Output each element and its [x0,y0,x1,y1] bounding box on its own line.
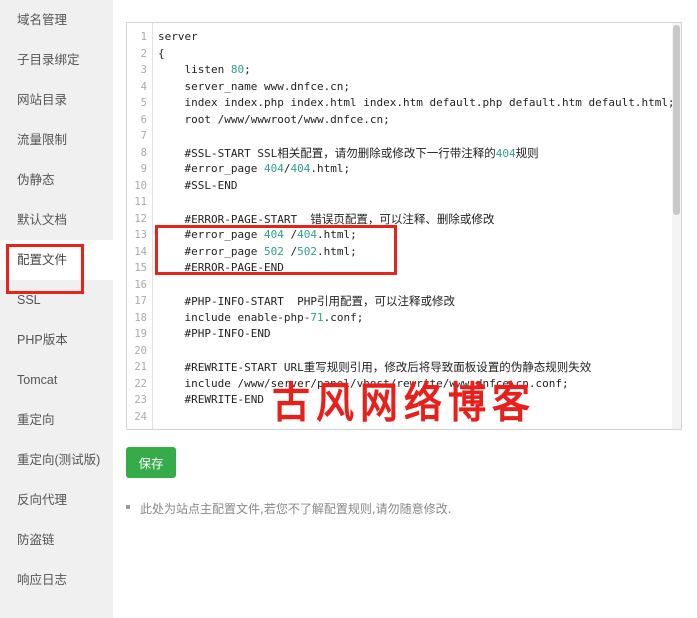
code-line: root /www/wwwroot/www.dnfce.cn; [158,112,390,126]
sidebar-item-label: SSL [17,293,41,307]
footer-note-text: 此处为站点主配置文件,若您不了解配置规则,请勿随意修改. [140,502,452,516]
line-number: 9 [140,163,147,175]
line-number: 23 [134,394,147,406]
line-number: 2 [140,47,147,60]
code-area[interactable]: server { listen 80; server_name www.dnfce… [154,23,672,429]
code-line: server_name www.dnfce.cn; [158,79,351,93]
line-number: 5 [140,97,147,109]
code-line: #ERROR-PAGE-END [158,261,284,274]
line-number: 22 [134,377,147,390]
sidebar-item-label: 网站目录 [17,93,68,107]
editor-body[interactable]: 1 2 3 4 5 6 7 8 9 10 11 12 13 14 15 16 17 18 19 20 21 22 23 24 … [127,23,681,429]
line-number: 14 [134,245,147,258]
sidebar-item-label: 配置文件 [17,253,68,267]
sidebar-item-12[interactable]: 反向代理 [0,480,113,520]
sidebar-item-8[interactable]: PHP版本 [0,320,113,360]
line-number: 8 [140,146,147,159]
line-number: 7 [140,130,147,142]
code-line: include enable-php-71.conf; [158,310,364,324]
code-line: #REWRITE-END [158,393,264,406]
sidebar-item-4[interactable]: 伪静态 [0,160,113,200]
line-number: 15 [134,262,147,274]
sidebar-item-14[interactable]: 响应日志 [0,560,113,600]
sidebar-item-label: 子目录绑定 [17,53,80,67]
line-number: 6 [140,113,147,126]
sidebar-item-label: 防盗链 [17,533,55,547]
sidebar-item-label: 重定向(测试版) [17,453,101,467]
code-line: #SSL-START SSL相关配置，请勿删除或修改下一行带注释的404规则 [158,145,539,160]
footer-note: 此处为站点主配置文件,若您不了解配置规则,请勿随意修改. [126,500,451,517]
code-line: #error_page 404/404.html; [158,162,351,175]
sidebar: 域名管理子目录绑定网站目录流量限制伪静态默认文档配置文件 SSL PHP版本 Tomc… [0,0,113,618]
code-line: #SSL-END [158,178,238,192]
code-line: #PHP-INFO-END [158,327,271,340]
sidebar-item-label: 反向代理 [17,493,68,507]
sidebar-item-3[interactable]: 流量限制 [0,120,113,160]
sidebar-item-label: 流量限制 [17,133,68,147]
code-line: #PHP-INFO-START PHP引用配置，可以注释或修改 [158,294,455,308]
sidebar-item-5[interactable]: 默认文档 [0,200,113,240]
code-line: include /www/server/panel/vhost/rewrite/… [158,376,569,390]
sidebar-item-label: 域名管理 [17,13,68,27]
line-number: 3 [140,64,147,76]
line-number: 12 [134,212,147,225]
config-file-editor[interactable]: 1 2 3 4 5 6 7 8 9 10 11 12 13 14 15 16 17 18 19 20 21 22 23 24 … [126,22,682,430]
line-number-gutter: 1 2 3 4 5 6 7 8 9 10 11 12 13 14 15 16 17 18 19 20 21 22 23 24 [127,23,153,429]
sidebar-item-label: 重定向 [17,413,55,427]
line-number: 4 [140,80,147,93]
scrollbar-thumb[interactable] [673,25,680,215]
sidebar-item-11[interactable]: 重定向(测试版) [0,440,113,480]
code-line: #REWRITE-START URL重写规则引用，修改后将导致面板设置的伪静态规… [158,360,592,374]
sidebar-item-10[interactable]: 重定向 [0,400,113,440]
line-number: 16 [134,278,147,291]
save-button[interactable]: 保存 [126,447,176,478]
code-line: server [158,30,198,43]
code-line: listen 80; [158,63,251,76]
page-root: 域名管理子目录绑定网站目录流量限制伪静态默认文档配置文件 SSL PHP版本 Tomc… [0,0,697,618]
line-number: 11 [134,196,147,208]
line-number: 19 [134,328,147,340]
sidebar-item-9[interactable]: Tomcat [0,360,113,400]
sidebar-item-13[interactable]: 防盗链 [0,520,113,560]
sidebar-item-1[interactable]: 子目录绑定 [0,40,113,80]
bullet-icon [126,505,130,509]
main-content: 1 2 3 4 5 6 7 8 9 10 11 12 13 14 15 16 17 18 19 20 21 22 23 24 … [113,0,697,618]
sidebar-list: 域名管理子目录绑定网站目录流量限制伪静态默认文档配置文件 SSL PHP版本 Tomc… [0,0,113,600]
code-line: #ERROR-PAGE-START 错误页配置，可以注释、删除或修改 [158,211,495,226]
code-line: #error_page 404 /404.html; [158,228,357,241]
code-line: { [158,46,165,60]
line-number: 17 [134,295,147,307]
sidebar-item-7[interactable]: SSL [0,280,113,320]
sidebar-item-label: 默认文档 [17,213,68,227]
sidebar-item-label: PHP版本 [17,333,68,347]
code-line: index index.php index.html index.htm def… [158,96,672,109]
line-number: 1 [140,31,147,43]
line-number: 21 [134,361,147,373]
sidebar-item-6[interactable]: 配置文件 [0,240,113,280]
line-number: 10 [134,179,147,192]
sidebar-item-label: 响应日志 [17,573,68,587]
line-number: 18 [134,311,147,324]
sidebar-item-2[interactable]: 网站目录 [0,80,113,120]
line-number: 13 [134,229,147,241]
sidebar-item-label: 伪静态 [17,173,55,187]
editor-vertical-scrollbar[interactable] [672,23,681,429]
line-number: 24 [134,410,147,423]
sidebar-item-0[interactable]: 域名管理 [0,0,113,40]
code-line: #error_page 502 /502.html; [158,244,357,258]
sidebar-item-label: Tomcat [17,373,58,387]
line-number: 20 [134,344,147,357]
